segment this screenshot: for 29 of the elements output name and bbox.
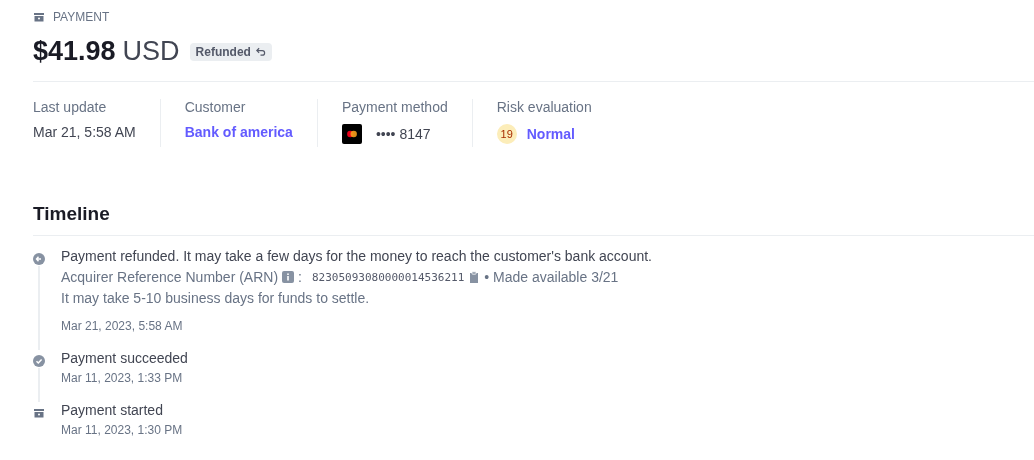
risk-score: 19 [496,124,517,144]
customer-link[interactable]: Bank of america [184,124,293,140]
payment-icon [33,11,45,23]
clipboard-icon [468,271,481,283]
risk-link[interactable]: Normal [526,126,575,142]
event-note: It may take 5-10 business days for funds to settle. [61,290,371,306]
event-time: Mar 11, 2023, 1:30 PM [61,423,183,437]
status-badge: Refunded [189,42,272,61]
event-title: Payment succeeded [61,350,188,366]
section-title: Timeline [33,203,111,225]
summary-label: Payment method [341,99,448,115]
summary-label: Last update [33,99,108,115]
availability-text: • Made available 3/21 [484,269,619,285]
info-icon [282,271,295,283]
currency: USD [122,36,180,67]
summary-value: Mar 21, 5:58 AM [33,124,136,140]
arn-number: 82305093080000014536211 [311,270,465,284]
summary-label: Customer [184,99,247,115]
arn-separator: : [298,269,302,285]
card-number: •••• 8147 [375,126,431,142]
summary-label: Risk evaluation [496,99,592,115]
arn-label: Acquirer Reference Number (ARN) [61,269,279,285]
event-time: Mar 11, 2023, 1:33 PM [61,371,184,385]
event-title: Payment refunded. It may take a few days for the money to reach the customer's bank account. [61,248,652,264]
event-time: Mar 21, 2023, 5:58 AM [61,319,184,333]
event-title: Payment started [61,402,164,418]
page-label: PAYMENT [53,10,110,24]
amount: $41.98 [33,36,116,67]
card-logo-icon [341,124,362,144]
